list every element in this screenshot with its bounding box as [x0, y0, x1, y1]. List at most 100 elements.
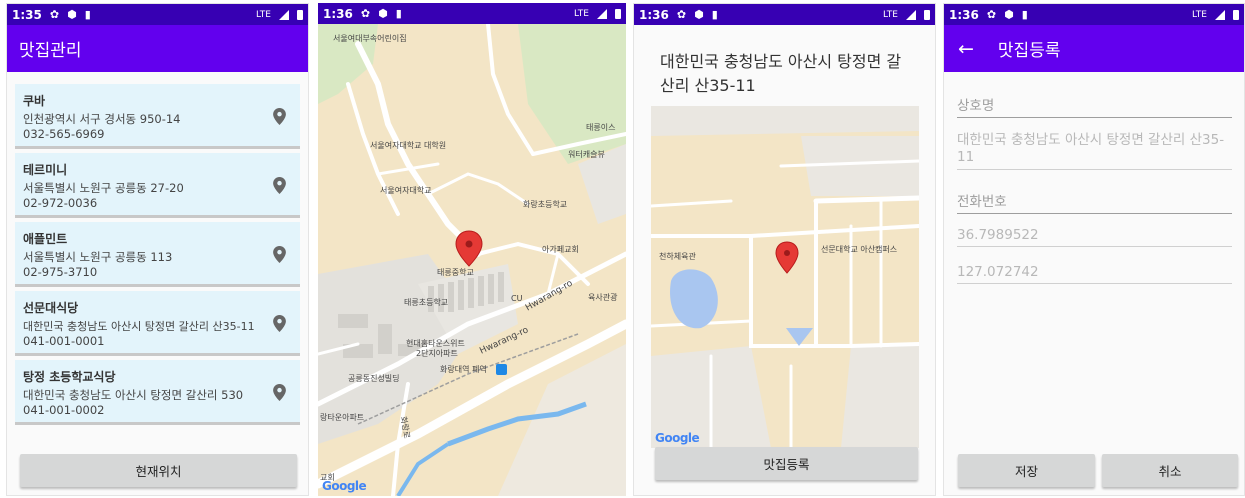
list-item[interactable]: 탕정 초등학교식당 대한민국 충청남도 아산시 탕정면 갈산리 530 041-…	[15, 360, 300, 422]
restaurant-list: 쿠바 인천광역시 서구 경서동 950-14 032-565-6969 테르미니…	[15, 84, 300, 429]
settings-status-icon: ✿	[49, 8, 60, 21]
save-button[interactable]: 저장	[958, 454, 1095, 487]
screen-restaurant-list: 1:35 ✿ ⬢ ▮ LTE 맛집관리 쿠바 인천광역시 서구 경서동 950-…	[6, 3, 309, 496]
map-label: 선문대학교 아산캠퍼스	[821, 245, 898, 254]
map-label: CU	[511, 294, 523, 303]
list-item[interactable]: 쿠바 인천광역시 서구 경서동 950-14 032-565-6969	[15, 84, 300, 146]
restaurant-name: 탕정 초등학교식당	[23, 370, 116, 384]
status-bar: 1:36 ✿ ⬢ ▮ LTE	[944, 4, 1244, 25]
map-label: 서울여자대학교	[380, 186, 432, 195]
map-label: 공릉동진성빌딩	[348, 374, 400, 383]
restaurant-name-input[interactable]: 상호명	[957, 94, 1232, 118]
location-pin-icon[interactable]	[273, 246, 286, 263]
restaurant-address: 서울특별시 노원구 공릉동 113	[23, 250, 173, 264]
restaurant-address: 서울특별시 노원구 공릉동 27-20	[23, 181, 184, 195]
restaurant-name: 쿠바	[23, 94, 46, 108]
network-type: LTE	[883, 9, 898, 20]
map-label: 랑타운아파트	[320, 413, 365, 422]
battery-icon	[1233, 9, 1239, 20]
restaurant-phone: 032-565-6969	[23, 127, 105, 141]
status-time: 1:36	[323, 6, 353, 21]
shield-status-icon: ⬢	[378, 7, 388, 20]
shield-status-icon: ⬢	[1004, 8, 1014, 21]
sim-status-icon: ▮	[84, 8, 91, 21]
status-bar: 1:36 ✿ ⬢ ▮ LTE	[634, 4, 935, 25]
battery-icon	[924, 9, 930, 20]
shield-status-icon: ⬢	[694, 8, 704, 21]
list-item[interactable]: 테르미니 서울특별시 노원구 공릉동 27-20 02-972-0036	[15, 153, 300, 215]
status-time: 1:36	[639, 7, 669, 22]
current-location-button[interactable]: 현재위치	[20, 454, 297, 487]
status-time: 1:35	[12, 7, 42, 22]
latitude-field[interactable]: 36.7989522	[957, 227, 1232, 247]
longitude-field[interactable]: 127.072742	[957, 264, 1232, 284]
restaurant-address: 대한민국 충청남도 아산시 탕정면 갈산리 530	[23, 388, 244, 402]
map-label: 2단지아파트	[416, 349, 458, 358]
status-time: 1:36	[949, 7, 979, 22]
signal-icon	[279, 9, 289, 20]
restaurant-name: 테르미니	[23, 163, 68, 177]
list-item[interactable]: 애플민트 서울특별시 노원구 공릉동 113 02-975-3710	[15, 222, 300, 284]
address-field[interactable]: 대한민국 충청남도 아산시 탕정면 갈산리 산35-11	[957, 132, 1232, 170]
app-bar: ← 맛집등록	[944, 25, 1244, 72]
restaurant-phone: 02-972-0036	[23, 196, 98, 210]
location-pin-icon[interactable]	[273, 108, 286, 125]
battery-icon	[297, 9, 303, 20]
network-type: LTE	[1192, 9, 1207, 20]
restaurant-phone: 041-001-0001	[23, 334, 105, 348]
map-label: 아가페교회	[542, 245, 579, 254]
map-label: 태릉초등학교	[404, 298, 449, 307]
map-label: 화랑대역 폐역	[440, 365, 487, 374]
location-pin-icon[interactable]	[273, 315, 286, 332]
map-label: 워터캐슬뷰	[568, 150, 605, 159]
address-title: 대한민국 충청남도 아산시 탕정면 갈산리 산35-11	[660, 52, 902, 95]
restaurant-name: 선문대식당	[23, 301, 79, 315]
signal-icon	[906, 9, 916, 20]
map-label: 태릉중학교	[437, 268, 474, 277]
google-logo: Google	[322, 479, 367, 493]
map-label: 화랑초등학교	[523, 200, 568, 209]
status-bar: 1:35 ✿ ⬢ ▮ LTE	[7, 4, 308, 25]
phone-input[interactable]: 전화번호	[957, 190, 1232, 214]
map-label: 서울여대부속어린이집	[333, 34, 407, 43]
back-arrow-icon[interactable]: ←	[958, 38, 974, 60]
settings-status-icon: ✿	[360, 7, 371, 20]
cancel-button[interactable]: 취소	[1102, 454, 1238, 487]
sim-status-icon: ▮	[711, 8, 718, 21]
map-label: 육사관광	[588, 293, 618, 302]
google-map[interactable]: 천하체육관 선문대학교 아산캠퍼스 Google	[651, 106, 919, 448]
google-map[interactable]: 서울여대부속어린이집 서울여자대학교 대학원 서울여자대학교 화랑초등학교 태릉…	[318, 24, 626, 496]
sim-status-icon: ▮	[395, 7, 402, 20]
screen-map: 1:36 ✿ ⬢ ▮ LTE 서울여대부속어린이집 서울여자대학교 대학원 서울…	[318, 3, 626, 496]
map-label: 서울여자대학교 대학원	[370, 141, 447, 150]
network-type: LTE	[574, 8, 589, 19]
map-label: 태릉이스	[586, 123, 616, 132]
restaurant-name: 애플민트	[23, 232, 68, 246]
battery-icon	[615, 8, 621, 19]
list-item[interactable]: 선문대식당 대한민국 충청남도 아산시 탕정면 갈산리 산35-11 041-0…	[15, 291, 300, 353]
map-label: 천하체육관	[659, 252, 696, 261]
sim-status-icon: ▮	[1021, 8, 1028, 21]
google-logo: Google	[655, 431, 700, 445]
page-title: 맛집관리	[19, 41, 82, 61]
restaurant-address: 대한민국 충청남도 아산시 탕정면 갈산리 산35-11	[23, 320, 255, 333]
restaurant-phone: 02-975-3710	[23, 265, 98, 279]
restaurant-phone: 041-001-0002	[23, 403, 105, 417]
map-graphics	[651, 106, 919, 448]
app-bar: 맛집관리	[7, 25, 308, 72]
page-title: 맛집등록	[997, 41, 1061, 61]
settings-status-icon: ✿	[986, 8, 997, 21]
network-type: LTE	[256, 9, 271, 20]
signal-icon	[1215, 9, 1225, 20]
location-pin-icon[interactable]	[273, 384, 286, 401]
status-bar: 1:36 ✿ ⬢ ▮ LTE	[318, 3, 626, 24]
signal-icon	[597, 8, 607, 19]
screen-register-form: 1:36 ✿ ⬢ ▮ LTE ← 맛집등록 상호명 대한민국 충청남도 아산시 …	[943, 3, 1245, 496]
screen-location-detail: 1:36 ✿ ⬢ ▮ LTE 대한민국 충청남도 아산시 탕정면 갈산리 산35…	[633, 3, 936, 496]
restaurant-address: 인천광역시 서구 경서동 950-14	[23, 112, 181, 126]
shield-status-icon: ⬢	[67, 8, 77, 21]
settings-status-icon: ✿	[676, 8, 687, 21]
location-pin-icon[interactable]	[273, 177, 286, 194]
map-graphics	[318, 24, 626, 496]
register-restaurant-button[interactable]: 맛집등록	[655, 447, 918, 480]
